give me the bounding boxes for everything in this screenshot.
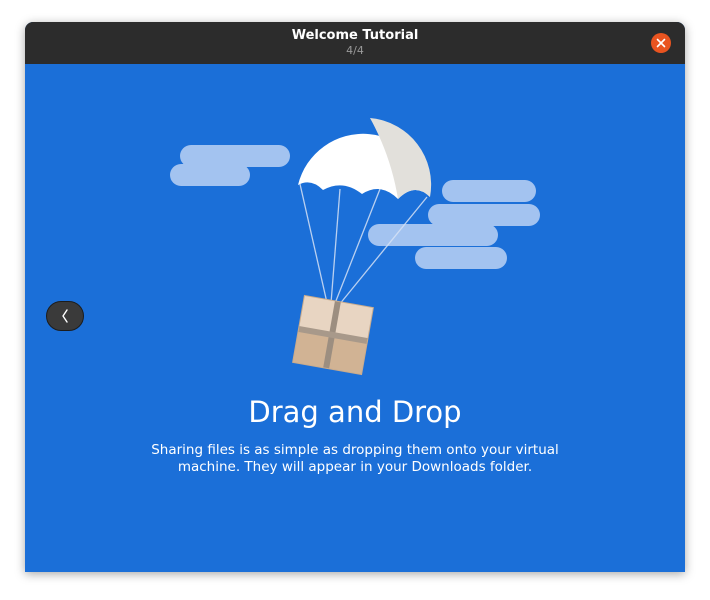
slide-content: Drag and Drop Sharing files is as simple…	[25, 64, 685, 572]
welcome-tutorial-window: Welcome Tutorial 4/4 Drag and Drop Shari…	[25, 22, 685, 572]
back-button[interactable]	[46, 301, 84, 331]
window-title: Welcome Tutorial	[291, 28, 419, 43]
parachute-canopy	[298, 118, 432, 199]
parachute-strings	[299, 183, 428, 317]
close-button[interactable]	[651, 33, 671, 53]
parachute-package-illustration	[170, 118, 540, 376]
titlebar: Welcome Tutorial 4/4	[25, 22, 685, 64]
close-icon	[656, 38, 666, 48]
chevron-left-icon	[62, 309, 68, 323]
cloud-left	[170, 145, 290, 186]
slide-heading: Drag and Drop	[248, 395, 462, 429]
package-box	[292, 294, 374, 376]
page-indicator: 4/4	[346, 44, 364, 57]
slide-description: Sharing files is as simple as dropping t…	[151, 442, 559, 475]
